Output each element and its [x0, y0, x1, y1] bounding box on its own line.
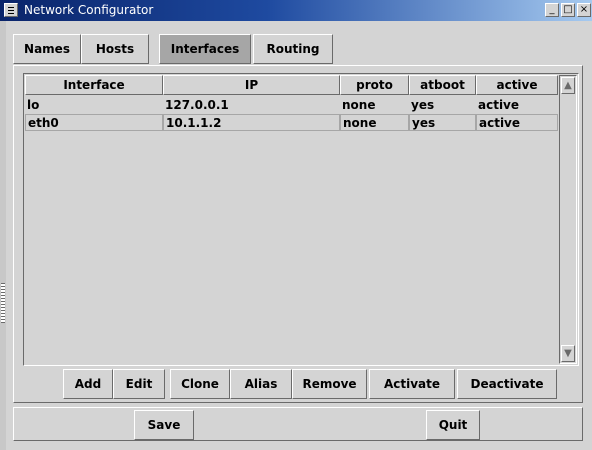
tab-label: Interfaces — [170, 42, 240, 56]
column-header-proto[interactable]: proto — [340, 75, 409, 95]
tab-label: Routing — [266, 42, 320, 56]
edit-button[interactable]: Edit — [113, 369, 165, 399]
cell-atboot: yes — [409, 114, 476, 131]
activate-button[interactable]: Activate — [369, 369, 455, 399]
tab-hosts[interactable]: Hosts — [81, 34, 149, 64]
cell-atboot: yes — [411, 98, 435, 112]
cell-active: active — [478, 98, 520, 112]
cell-proto: none — [340, 114, 409, 131]
close-icon[interactable]: × — [577, 3, 591, 17]
maximize-icon[interactable]: □ — [561, 3, 575, 17]
window-menu-icon[interactable] — [4, 3, 18, 17]
interfaces-list[interactable]: Interface IP proto atboot active lo 127.… — [23, 73, 579, 366]
save-button[interactable]: Save — [134, 410, 194, 440]
remove-button[interactable]: Remove — [292, 369, 367, 399]
minimize-icon[interactable]: _ — [545, 3, 559, 17]
column-header-active[interactable]: active — [476, 75, 558, 95]
add-button[interactable]: Add — [63, 369, 113, 399]
interfaces-panel: Interface IP proto atboot active lo 127.… — [13, 65, 583, 403]
scroll-up-arrow-icon[interactable]: ▲ — [561, 77, 575, 94]
cell-active: active — [476, 114, 558, 131]
tab-interfaces[interactable]: Interfaces — [159, 34, 251, 64]
cell-interface: lo — [27, 98, 40, 112]
clone-button[interactable]: Clone — [170, 369, 230, 399]
quit-button[interactable]: Quit — [426, 410, 480, 440]
resize-grip-icon[interactable] — [1, 283, 5, 323]
cell-ip: 10.1.1.2 — [163, 114, 340, 131]
column-header-atboot[interactable]: atboot — [409, 75, 476, 95]
column-header-ip[interactable]: IP — [163, 75, 340, 95]
window-left-edge — [0, 21, 6, 450]
deactivate-button[interactable]: Deactivate — [457, 369, 557, 399]
cell-proto: none — [342, 98, 376, 112]
cell-interface: eth0 — [25, 114, 163, 131]
tab-label: Names — [24, 42, 70, 56]
column-header-interface[interactable]: Interface — [25, 75, 163, 95]
vertical-scrollbar[interactable]: ▲ ▼ — [559, 75, 577, 364]
cell-ip: 127.0.0.1 — [165, 98, 229, 112]
tab-routing[interactable]: Routing — [253, 34, 333, 64]
app-window: Network Configurator _ □ × Names Hosts I… — [0, 0, 592, 450]
alias-button[interactable]: Alias — [230, 369, 292, 399]
window-title: Network Configurator — [24, 3, 154, 17]
scroll-down-arrow-icon[interactable]: ▼ — [561, 345, 575, 362]
tab-names[interactable]: Names — [13, 34, 81, 64]
tab-label: Hosts — [95, 42, 135, 56]
title-bar[interactable]: Network Configurator _ □ × — [0, 0, 592, 21]
dialog-footer: Save Quit — [13, 407, 583, 441]
